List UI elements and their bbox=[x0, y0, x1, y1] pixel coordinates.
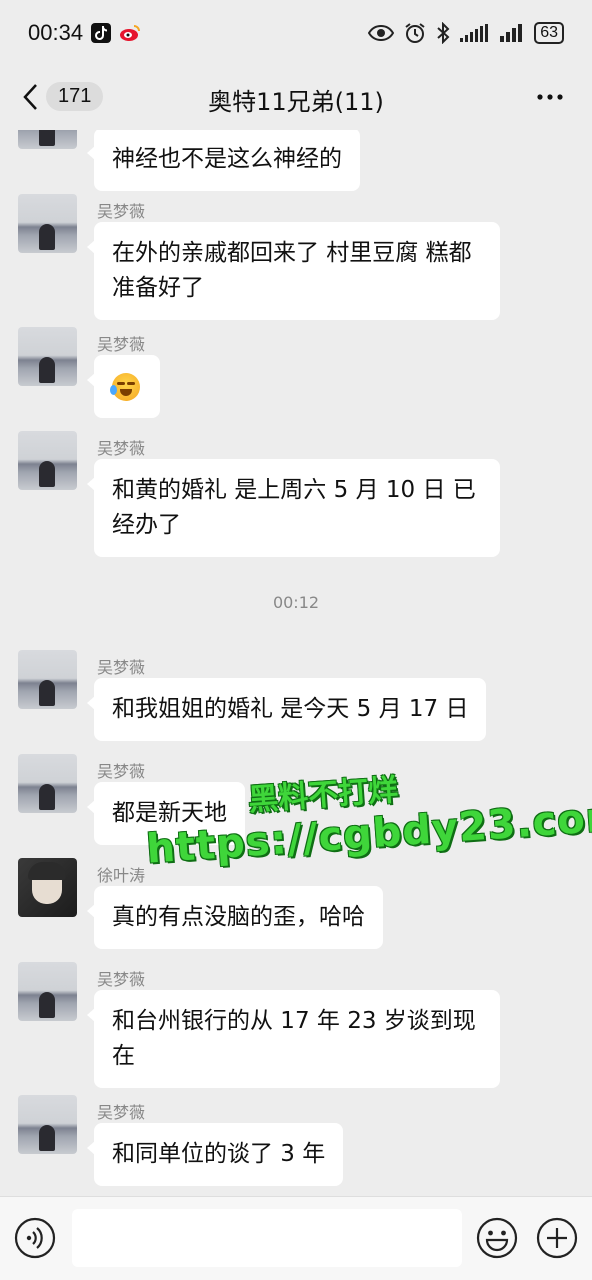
avatar[interactable] bbox=[18, 754, 77, 813]
sender-name: 吴梦薇 bbox=[97, 762, 146, 781]
message-bubble[interactable]: 真的有点没脑的歪，哈哈 bbox=[87, 886, 383, 949]
avatar[interactable] bbox=[18, 194, 77, 253]
sender-name: 吴梦薇 bbox=[97, 970, 146, 989]
input-bar bbox=[0, 1196, 592, 1280]
message-bubble[interactable]: 和黄的婚礼 是上周六 5 月 10 日 已经办了 bbox=[87, 459, 500, 557]
signal-icon bbox=[460, 24, 489, 42]
message-bubble[interactable]: 和台州银行的从 17 年 23 岁谈到现在 bbox=[87, 990, 500, 1088]
status-time: 00:34 bbox=[28, 20, 84, 45]
sender-name: 吴梦薇 bbox=[97, 1103, 146, 1122]
tiktok-icon bbox=[91, 23, 112, 43]
avatar[interactable] bbox=[18, 130, 77, 149]
bluetooth-icon bbox=[437, 22, 450, 44]
sender-name: 徐叶涛 bbox=[97, 866, 146, 885]
avatar[interactable] bbox=[18, 431, 77, 490]
avatar[interactable] bbox=[18, 962, 77, 1021]
message-bubble[interactable]: 神经也不是这么神经的 bbox=[87, 130, 360, 191]
sender-name: 吴梦薇 bbox=[97, 439, 146, 458]
chat-header: 171 奥特11兄弟(11) bbox=[0, 66, 592, 130]
message-bubble[interactable]: 都是新天地 bbox=[87, 782, 245, 845]
message-bubble[interactable]: 在外的亲戚都回来了 村里豆腐 糕都准备好了 bbox=[87, 222, 500, 320]
avatar[interactable] bbox=[18, 650, 77, 709]
message-bubble[interactable]: 和我姐姐的婚礼 是今天 5 月 17 日 bbox=[86, 678, 487, 741]
alarm-icon bbox=[405, 23, 425, 43]
plus-icon[interactable] bbox=[536, 1217, 578, 1259]
more-options-icon[interactable] bbox=[536, 84, 564, 110]
avatar[interactable] bbox=[18, 327, 77, 386]
avatar[interactable] bbox=[18, 858, 77, 917]
signal-icon bbox=[500, 24, 523, 42]
status-icons: 63 bbox=[368, 22, 564, 44]
sender-name: 吴梦薇 bbox=[97, 335, 146, 354]
status-bar: 00:34 63 bbox=[0, 0, 592, 66]
crying-laughing-emoji-icon bbox=[110, 372, 140, 401]
message-input[interactable] bbox=[72, 1209, 462, 1267]
avatar[interactable] bbox=[18, 1095, 77, 1154]
watermark-title: 黑料不打烊 bbox=[247, 772, 400, 819]
message-list[interactable]: 神经也不是这么神经的 吴梦薇 在外的亲戚都回来了 村里豆腐 糕都准备好了 吴梦薇… bbox=[0, 130, 592, 1196]
weibo-icon bbox=[119, 23, 141, 43]
voice-input-icon[interactable] bbox=[14, 1217, 56, 1259]
message-bubble[interactable]: 和同单位的谈了 3 年 bbox=[86, 1123, 344, 1186]
chat-title: 奥特11兄弟(11) bbox=[208, 88, 384, 116]
eye-icon bbox=[368, 24, 395, 42]
message-bubble[interactable] bbox=[87, 355, 160, 418]
message-timestamp: 00:12 bbox=[272, 593, 320, 612]
emoji-icon[interactable] bbox=[476, 1217, 518, 1259]
sender-name: 吴梦薇 bbox=[97, 658, 146, 677]
sender-name: 吴梦薇 bbox=[97, 202, 146, 221]
battery-icon: 63 bbox=[534, 22, 564, 44]
